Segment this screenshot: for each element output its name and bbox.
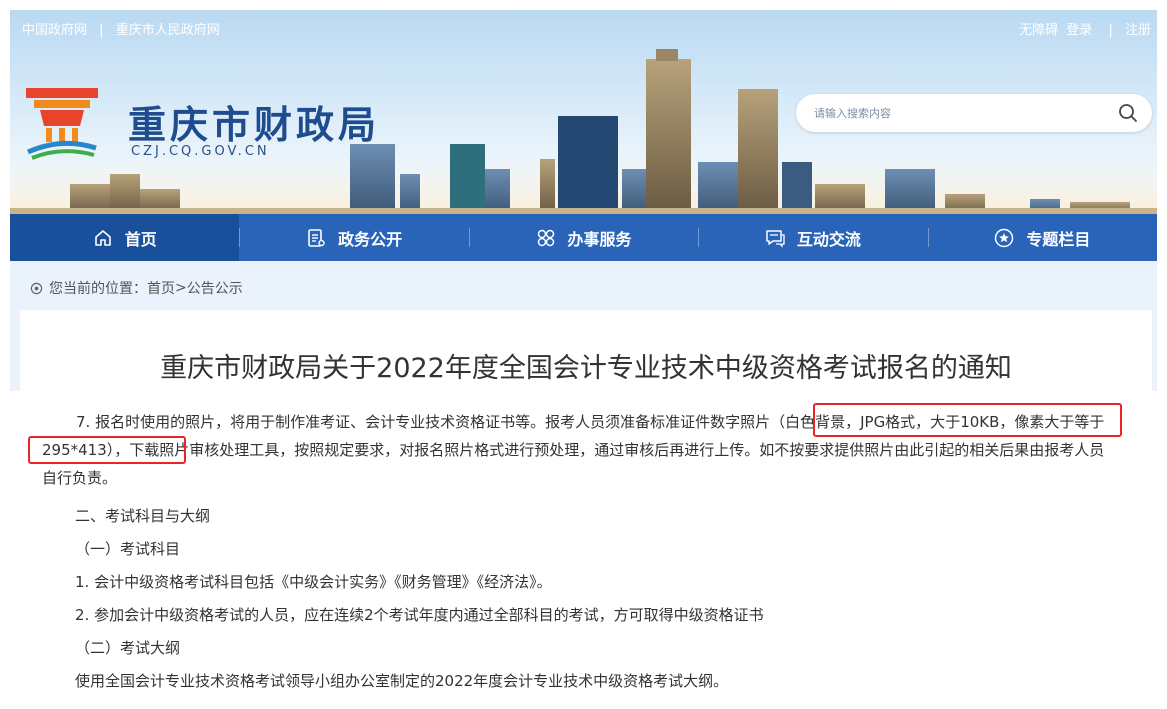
breadcrumb-current-link[interactable]: 公告公示 (187, 278, 243, 298)
search-box (796, 94, 1152, 132)
main-nav: 首页 政务公开 办事服务 互动交流 专题栏目 (10, 214, 1157, 261)
register-link[interactable]: 注册 (1125, 23, 1151, 38)
top-separator: | (99, 23, 104, 38)
breadcrumb-prefix: 您当前的位置： (49, 281, 147, 297)
nav-label-home: 首页 (124, 229, 157, 249)
article-title: 重庆市财政局关于2022年度全国会计专业技术中级资格考试报名的通知 (160, 353, 1012, 384)
nav-item-services[interactable]: 办事服务 (468, 214, 698, 261)
breadcrumb: 您当前的位置： 首页 > 公告公示 (30, 278, 243, 298)
para7-text-start: 7. 报名时使用的照片，将用于制作准考证、会计专业技术资格证书等。报考人员须准备… (76, 413, 771, 431)
search-input[interactable] (814, 103, 1094, 123)
accessibility-link[interactable]: 无障碍 (1019, 23, 1058, 38)
subsection-exam-subjects: （一）考试科目 (75, 540, 181, 558)
site-name: 重庆市财政局 (128, 103, 381, 147)
breadcrumb-arrow: > (175, 280, 187, 296)
star-icon (995, 228, 1014, 247)
top-links-bar: 中国政府网 | 重庆市人民政府网 无障碍 登录 | 注册 (10, 10, 1157, 44)
nav-item-home[interactable]: 首页 (10, 214, 240, 261)
nav-item-government-affairs[interactable]: 政务公开 (239, 214, 468, 261)
nav-item-topics[interactable]: 专题栏目 (927, 214, 1157, 261)
nav-label-topics: 专题栏目 (1026, 229, 1091, 249)
article-header: 重庆市财政局关于2022年度全国会计专业技术中级资格考试报名的通知 (20, 310, 1152, 391)
nav-item-interaction[interactable]: 互动交流 (698, 214, 927, 261)
search-icon[interactable] (1118, 103, 1138, 123)
site-domain: CZJ.CQ.GOV.CN (131, 144, 270, 159)
home-icon (94, 229, 111, 246)
list-item-subjects: 1. 会计中级资格考试科目包括《中级会计实务》《财务管理》《经济法》。 (75, 573, 552, 591)
login-link[interactable]: 登录 (1066, 23, 1092, 38)
para7-text-end: ，下载照片审核处理工具，按照规定要求，对报名照片格式进行预处理，通过审核后再进行… (42, 441, 1105, 487)
chat-icon (766, 229, 785, 248)
nav-label-services: 办事服务 (567, 229, 632, 249)
china-gov-link[interactable]: 中国政府网 (22, 23, 87, 38)
chongqing-gov-link[interactable]: 重庆市人民政府网 (116, 23, 220, 38)
nav-label-government-affairs: 政务公开 (338, 229, 403, 249)
list-item-pass-rule: 2. 参加会计中级资格考试的人员，应在连续2个考试年度内通过全部科目的考试，方可… (75, 606, 764, 624)
section-heading-subjects-outline: 二、考试科目与大纲 (75, 507, 211, 525)
header-banner: 中国政府网 | 重庆市人民政府网 无障碍 登录 | 注册 重庆市财政局 CZJ.… (10, 10, 1157, 214)
paragraph-photo-requirements: 7. 报名时使用的照片，将用于制作准考证、会计专业技术资格证书等。报考人员须准备… (42, 408, 1112, 492)
subsection-exam-outline: （二）考试大纲 (75, 639, 181, 657)
photo-spec-highlight-a: （白色背景，JPG格式，大于10KB，像素 (770, 413, 1045, 431)
location-pin-icon (30, 282, 43, 294)
outline-text: 使用全国会计专业技术资格考试领导小组办公室制定的2022年度会计专业技术中级资格… (75, 672, 729, 690)
breadcrumb-home-link[interactable]: 首页 (147, 278, 175, 298)
grid-icon (537, 229, 554, 246)
document-icon (308, 228, 325, 247)
finance-bureau-logo-icon (26, 88, 98, 160)
top-separator-right: | (1108, 23, 1113, 38)
nav-label-interaction: 互动交流 (796, 229, 861, 249)
